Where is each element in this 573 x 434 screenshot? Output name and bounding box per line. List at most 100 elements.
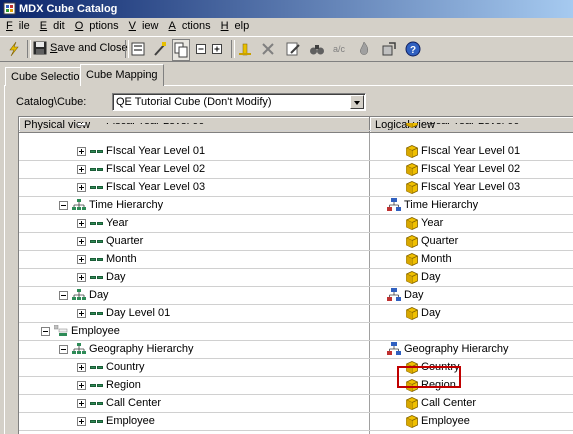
physical-cell: FIscal Year Level 03 <box>77 178 205 196</box>
tab-strip: Cube Selection Cube Mapping <box>0 64 573 86</box>
logical-label: Day <box>421 271 441 283</box>
expand-icon[interactable] <box>77 182 86 192</box>
logical-cell[interactable]: Quarter <box>406 232 458 250</box>
logical-cell[interactable]: Time Hierarchy <box>387 196 478 214</box>
tab-cube-selection[interactable]: Cube Selection <box>5 67 92 86</box>
edit-icon[interactable] <box>285 39 301 59</box>
table-row[interactable]: Month Month <box>19 250 573 269</box>
menu-options[interactable]: Options <box>75 18 121 35</box>
menu-file[interactable]: File <box>6 18 32 35</box>
physical-cell: Quarter <box>77 232 143 250</box>
expand-icon[interactable] <box>77 254 86 264</box>
expand-icon[interactable] <box>77 416 86 426</box>
cube-icon <box>406 396 418 410</box>
level-icon <box>90 365 104 369</box>
physical-cell: Day Level 01 <box>77 304 170 322</box>
logical-cell[interactable]: Call Center <box>406 394 476 412</box>
level-icon <box>90 239 104 243</box>
logical-cell[interactable]: FIscal Year Level 03 <box>406 178 520 196</box>
save-and-close-button[interactable]: Save and Close <box>33 39 128 57</box>
logical-cell[interactable]: Day <box>387 286 424 304</box>
table-row[interactable]: Year Year <box>19 214 573 233</box>
logical-label: Geography Hierarchy <box>404 343 509 355</box>
logical-label: Time Hierarchy <box>404 199 479 211</box>
help-icon[interactable]: ? <box>405 39 421 59</box>
cube-icon <box>406 144 418 158</box>
expand-icon[interactable] <box>77 164 86 174</box>
logical-cell[interactable]: Geography Hierarchy <box>387 340 509 358</box>
physical-label: Time Hierarchy <box>89 199 164 211</box>
new-folder-icon[interactable] <box>237 39 253 59</box>
move-icon[interactable] <box>381 39 397 59</box>
expand-icon[interactable] <box>77 123 86 126</box>
menu-help[interactable]: Help <box>221 18 252 35</box>
table-row[interactable]: Employee Employee <box>19 412 573 431</box>
table-row[interactable]: Time Hierarchy Time Hierarchy <box>19 196 573 215</box>
table-row[interactable]: Geography Hierarchy Geography Hierarchy <box>19 340 573 359</box>
table-row[interactable]: Fiscal Year Level 00 Fiscal Year Level 00 <box>19 123 573 131</box>
table-row[interactable]: Day Day <box>19 286 573 305</box>
table-row[interactable]: Call Center Call Center <box>19 394 573 413</box>
delete-icon[interactable] <box>261 39 275 59</box>
table-row[interactable]: FIscal Year Level 02 FIscal Year Level 02 <box>19 160 573 179</box>
physical-label: FIscal Year Level 02 <box>106 163 206 175</box>
logical-cell[interactable]: Fiscal Year Level 00 <box>406 123 519 130</box>
expand-icon[interactable] <box>211 39 223 59</box>
expand-icon[interactable] <box>77 398 86 408</box>
logical-cell[interactable]: Day <box>406 268 441 286</box>
wand-icon[interactable] <box>152 39 168 59</box>
collapse-icon[interactable] <box>59 290 68 300</box>
menu-edit[interactable]: Edit <box>40 18 67 35</box>
spell-check-icon[interactable]: a/c <box>333 39 345 59</box>
logical-label: Day <box>421 307 441 319</box>
properties-icon[interactable] <box>130 39 146 59</box>
logical-label: Call Center <box>421 397 477 409</box>
collapse-icon[interactable] <box>195 39 207 59</box>
collapse-icon[interactable] <box>59 344 68 354</box>
logical-label: FIscal Year Level 02 <box>421 163 521 175</box>
logical-cell[interactable]: Region <box>406 376 456 394</box>
table-row[interactable]: Day Day <box>19 268 573 287</box>
expand-icon[interactable] <box>77 218 86 228</box>
table-row[interactable]: Employee <box>19 322 573 341</box>
find-icon[interactable] <box>309 39 325 59</box>
collapse-icon[interactable] <box>41 326 50 336</box>
chevron-down-icon[interactable] <box>350 95 364 109</box>
fire-icon[interactable] <box>357 39 371 59</box>
physical-label: Day <box>106 271 126 283</box>
tab-cube-mapping[interactable]: Cube Mapping <box>80 64 164 86</box>
cube-icon <box>406 252 418 266</box>
table-row[interactable]: Day Level 01 Day <box>19 304 573 323</box>
logical-cell[interactable]: Day <box>406 304 441 322</box>
table-row[interactable]: Region Region <box>19 376 573 395</box>
collapse-icon[interactable] <box>59 200 68 210</box>
expand-icon[interactable] <box>77 362 86 372</box>
physical-cell: Day <box>59 286 109 304</box>
expand-icon[interactable] <box>77 146 86 156</box>
cube-icon <box>406 234 418 248</box>
table-row[interactable]: Quarter Quarter <box>19 232 573 251</box>
table-row[interactable]: FIscal Year Level 03 FIscal Year Level 03 <box>19 178 573 197</box>
logical-cell[interactable]: Employee <box>406 412 470 430</box>
table-row[interactable]: Country Country <box>19 358 573 377</box>
expand-icon[interactable] <box>77 236 86 246</box>
physical-cell: Geography Hierarchy <box>59 340 194 358</box>
physical-label: Country <box>106 361 145 373</box>
copy-icon[interactable] <box>172 39 190 61</box>
logical-cell[interactable]: FIscal Year Level 02 <box>406 160 520 178</box>
expand-icon[interactable] <box>77 272 86 282</box>
expand-icon[interactable] <box>77 380 86 390</box>
logical-cell[interactable]: Month <box>406 250 452 268</box>
menu-actions[interactable]: Actions <box>169 18 213 35</box>
physical-label: Geography Hierarchy <box>89 343 194 355</box>
lightning-icon[interactable] <box>6 39 22 59</box>
logical-cell[interactable]: Country <box>406 358 460 376</box>
catalog-cube-select[interactable]: QE Tutorial Cube (Don't Modify) <box>112 93 366 111</box>
menu-view[interactable]: View <box>129 18 161 35</box>
logical-label: Year <box>421 217 444 229</box>
expand-icon[interactable] <box>77 308 86 318</box>
logical-cell[interactable]: FIscal Year Level 01 <box>406 142 520 160</box>
logical-cell[interactable]: Year <box>406 214 443 232</box>
table-row[interactable]: FIscal Year Level 01 FIscal Year Level 01 <box>19 142 573 161</box>
physical-cell: Year <box>77 214 128 232</box>
